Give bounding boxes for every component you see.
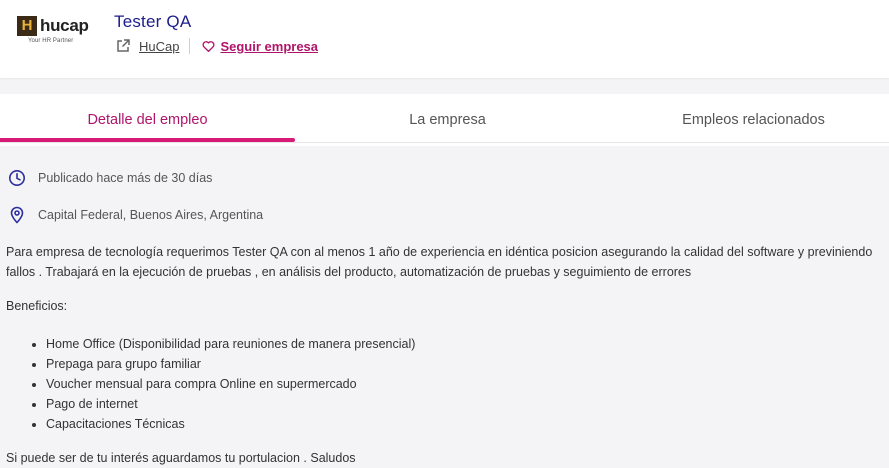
job-title: Tester QA — [114, 12, 192, 31]
heart-icon[interactable] — [202, 40, 215, 53]
location-text: Capital Federal, Buenos Aires, Argentina — [38, 208, 264, 222]
list-item: Pago de internet — [46, 394, 415, 414]
company-link[interactable]: HuCap — [139, 39, 179, 54]
external-link-icon[interactable] — [115, 38, 131, 54]
benefits-list: Home Office (Disponibilidad para reunion… — [6, 334, 415, 434]
published-row: Publicado hace más de 30 días — [8, 169, 212, 187]
logo-word: hucap — [40, 16, 89, 35]
meta-divider — [189, 38, 191, 54]
company-header: H hucap Your HR Partner Tester QA HuCap … — [0, 0, 889, 78]
follow-company-link[interactable]: Seguir empresa — [220, 39, 318, 54]
company-meta-row: HuCap Seguir empresa — [115, 36, 318, 56]
clock-icon — [9, 170, 25, 186]
closing-text: Si puede ser de tu interés aguardamos tu… — [6, 451, 356, 465]
list-item: Home Office (Disponibilidad para reunion… — [46, 334, 415, 354]
logo-mark: H — [17, 16, 37, 36]
benefits-heading: Beneficios: — [6, 299, 68, 313]
tab-company[interactable]: La empresa — [300, 94, 595, 143]
tab-related-jobs[interactable]: Empleos relacionados — [606, 94, 889, 143]
logo-tagline: Your HR Partner — [28, 38, 74, 44]
location-row: Capital Federal, Buenos Aires, Argentina — [8, 206, 263, 224]
list-item: Voucher mensual para compra Online en su… — [46, 374, 415, 394]
job-description: Para empresa de tecnología requerimos Te… — [6, 245, 873, 279]
tab-job-detail[interactable]: Detalle del empleo — [0, 94, 295, 143]
list-item: Prepaga para grupo familiar — [46, 354, 415, 374]
list-item: Capacitaciones Técnicas — [46, 414, 415, 434]
location-pin-icon — [10, 206, 24, 224]
tabs-divider — [0, 142, 889, 143]
published-text: Publicado hace más de 30 días — [38, 171, 213, 185]
company-logo[interactable]: H hucap Your HR Partner — [17, 16, 93, 50]
